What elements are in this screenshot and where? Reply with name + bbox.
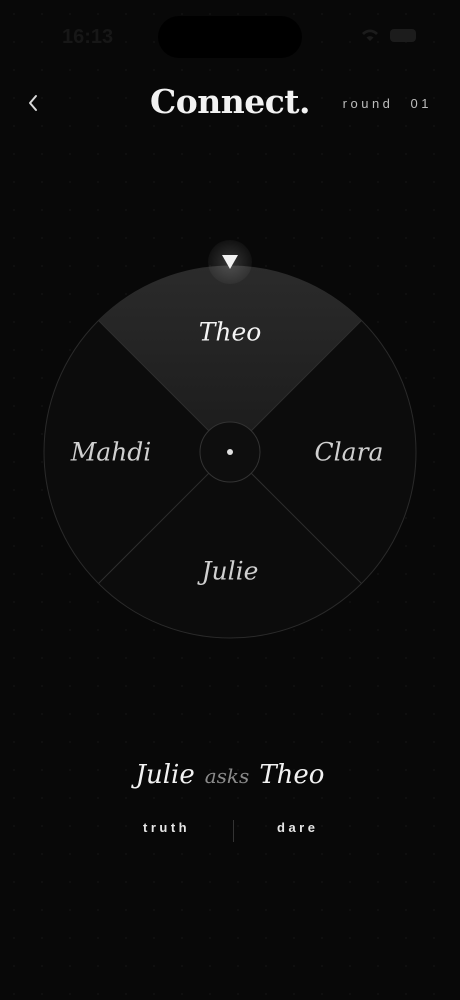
asker-name: Julie xyxy=(135,760,195,790)
choice-divider xyxy=(233,820,234,842)
wheel-pointer xyxy=(208,240,252,284)
wheel-graphic xyxy=(43,265,417,639)
round-indicator: round 01 xyxy=(343,96,432,111)
asks-word: asks xyxy=(204,764,250,788)
player-name-mahdi: Mahdi xyxy=(70,437,152,467)
status-icons xyxy=(360,28,416,42)
dynamic-island xyxy=(158,16,302,58)
choice-row: truth dare xyxy=(0,820,460,844)
dare-button[interactable]: dare xyxy=(277,820,318,835)
truth-button[interactable]: truth xyxy=(143,820,190,835)
spin-wheel[interactable]: Theo Clara Julie Mahdi xyxy=(0,230,460,650)
wifi-icon xyxy=(362,29,378,41)
battery-icon xyxy=(390,28,416,42)
result-line: Julie asks Theo xyxy=(0,760,460,790)
player-name-julie: Julie xyxy=(201,556,259,586)
pointer-triangle-icon xyxy=(222,255,238,269)
player-name-clara: Clara xyxy=(314,437,384,467)
status-time: 16:13 xyxy=(62,26,114,48)
player-name-theo: Theo xyxy=(198,317,262,347)
round-number: 01 xyxy=(410,96,432,111)
status-bar: 16:13 xyxy=(0,0,460,70)
wheel-center-dot xyxy=(227,449,233,455)
target-name: Theo xyxy=(259,760,325,790)
round-label: round xyxy=(342,96,394,111)
